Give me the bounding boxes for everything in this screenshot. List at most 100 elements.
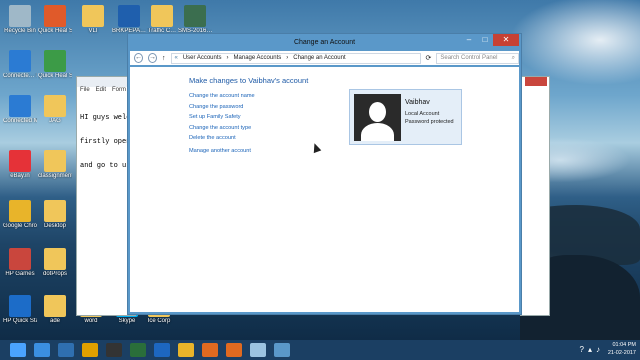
desktop-icon[interactable]: Quick Heal Screen Blo…	[38, 50, 72, 80]
window-title: Change an Account	[293, 39, 356, 46]
desktop-app-icon	[82, 5, 104, 27]
breadcrumb-item[interactable]: Change an Account	[293, 55, 345, 61]
desktop-app-icon	[44, 248, 66, 270]
desktop-icon-label: Skype	[118, 318, 136, 324]
desktop-icon-label: Google Chrome	[3, 223, 37, 229]
desktop-icon[interactable]: JAG	[38, 95, 72, 125]
refresh-icon[interactable]: ⟳	[426, 54, 432, 62]
link-family-safety[interactable]: Set up Family Safety	[189, 112, 255, 123]
desktop-icon-label: Quick Heal Screen Blo…	[38, 73, 72, 79]
link-change-password[interactable]: Change the password	[189, 102, 255, 113]
desktop-icon-label: Quick Heal Self Backup	[38, 28, 72, 34]
link-change-account-name[interactable]: Change the account name	[189, 91, 255, 102]
link-delete-account[interactable]: Delete the account	[189, 133, 255, 144]
taskbar-ie-icon[interactable]	[34, 343, 50, 357]
desktop-icon[interactable]: VLI	[76, 5, 110, 35]
up-arrow-icon[interactable]: ↑	[162, 55, 166, 62]
desktop-app-icon	[44, 150, 66, 172]
desktop-icon[interactable]: Recycle Bin	[3, 5, 37, 35]
desktop-app-icon	[9, 5, 31, 27]
desktop-icon-label: Connecte… Mobile Networ…	[3, 73, 37, 79]
notepad-line: and go to us	[80, 162, 131, 170]
notepad-close-button[interactable]	[525, 77, 547, 86]
search-input[interactable]: Search Control Panel ⌕	[436, 52, 519, 64]
link-manage-another-account[interactable]: Manage another account	[189, 146, 255, 157]
desktop-icon[interactable]: Connected Music powe…	[3, 95, 37, 125]
breadcrumb-item[interactable]: User Accounts	[183, 55, 222, 61]
desktop-icon-label: HP Quick Start	[3, 318, 37, 324]
desktop-app-icon	[44, 200, 66, 222]
desktop-app-icon	[9, 295, 31, 317]
account-name: Vaibhav	[405, 99, 430, 106]
desktop-icon[interactable]: HP Games	[3, 248, 37, 278]
desktop-icon[interactable]: Traffic C…	[145, 5, 179, 35]
window-controls: – □ ✕	[461, 34, 519, 46]
desktop-icon[interactable]: Desktop	[38, 200, 72, 230]
notepad-menu-edit[interactable]: Edit	[96, 87, 106, 96]
desktop-app-icon	[151, 5, 173, 27]
desktop-icon[interactable]: HP Quick Start	[3, 295, 37, 325]
desktop-icon[interactable]: Connecte… Mobile Networ…	[3, 50, 37, 80]
desktop-icon[interactable]: classignment	[38, 150, 72, 180]
desktop-icon[interactable]: eBay.in	[3, 150, 37, 180]
taskbar-app3-icon[interactable]	[82, 343, 98, 357]
breadcrumb-item[interactable]: Manage Accounts	[234, 55, 282, 61]
desktop-icon[interactable]: Google Chrome	[3, 200, 37, 230]
page-title: Make changes to Vaibhav's account	[189, 76, 309, 85]
maximize-button[interactable]: □	[477, 34, 493, 46]
notepad-window-right-edge	[520, 76, 550, 316]
desktop-app-icon	[9, 248, 31, 270]
desktop-icon-label: Ice Corp	[147, 318, 171, 324]
taskbar-start-icon[interactable]	[10, 343, 26, 357]
clock[interactable]: 01:04 PM 21-02-2017	[608, 341, 636, 357]
minimize-button[interactable]: –	[461, 34, 477, 46]
breadcrumb[interactable]: « User Accounts › Manage Accounts › Chan…	[170, 52, 421, 64]
control-panel-window[interactable]: Change an Account – □ ✕ ← → ↑ « User Acc…	[127, 33, 522, 315]
taskbar-notepad-icon[interactable]	[250, 343, 266, 357]
network-icon[interactable]: ▴	[588, 345, 592, 354]
account-password-status: Password protected	[405, 119, 454, 125]
window-titlebar[interactable]: Change an Account – □ ✕	[128, 34, 521, 51]
help-icon[interactable]: ?	[580, 345, 584, 354]
desktop-app-icon	[44, 5, 66, 27]
desktop-icon[interactable]: ade	[38, 295, 72, 325]
control-panel-icon: «	[174, 55, 178, 61]
desktop-icon[interactable]: Quick Heal Self Backup	[38, 5, 72, 35]
account-type: Local Account	[405, 111, 440, 117]
desktop-icon[interactable]: SMS-2016…	[178, 5, 212, 35]
taskbar-apps	[0, 343, 290, 357]
taskbar-controlpanel-icon[interactable]	[274, 343, 290, 357]
address-bar: ← → ↑ « User Accounts › Manage Accounts …	[130, 51, 519, 65]
taskbar-hp-icon[interactable]	[154, 343, 170, 357]
desktop-app-icon	[9, 150, 31, 172]
taskbar-chrome-icon[interactable]	[178, 343, 194, 357]
back-arrow-icon[interactable]: ←	[134, 53, 143, 63]
notepad-menu-file[interactable]: File	[80, 87, 90, 96]
desktop-icon-label: eBay.in	[10, 173, 30, 179]
desktop-icon-label: dotProps	[42, 271, 67, 277]
notepad-line: firstly open	[80, 138, 131, 146]
account-card: Vaibhav Local Account Password protected	[349, 89, 462, 145]
desktop-app-icon	[44, 50, 66, 72]
taskbar-app5-icon[interactable]	[130, 343, 146, 357]
taskbar-app2-icon[interactable]	[58, 343, 74, 357]
user-avatar-icon	[354, 94, 401, 141]
desktop-icon-label: JAG	[49, 118, 61, 124]
desktop-icon[interactable]: BRKPEPA…	[112, 5, 146, 35]
notepad-menu-format[interactable]: Form	[112, 87, 126, 96]
taskbar-app8-icon[interactable]	[202, 343, 218, 357]
forward-arrow-icon[interactable]: →	[148, 53, 157, 63]
window-content: Make changes to Vaibhav's account Change…	[130, 67, 519, 312]
close-button[interactable]: ✕	[493, 34, 519, 46]
taskbar-app4-icon[interactable]	[106, 343, 122, 357]
volume-icon[interactable]: ♪	[596, 345, 600, 354]
search-placeholder: Search Control Panel	[440, 55, 498, 61]
taskbar-app9-icon[interactable]	[226, 343, 242, 357]
desktop-app-icon	[184, 5, 206, 27]
desktop-app-icon	[44, 95, 66, 117]
notepad-line: HI guys welc	[80, 114, 131, 122]
search-icon: ⌕	[511, 54, 515, 61]
link-change-account-type[interactable]: Change the account type	[189, 123, 255, 134]
desktop-icon-label: VLI	[88, 28, 98, 34]
desktop-icon[interactable]: dotProps	[38, 248, 72, 278]
